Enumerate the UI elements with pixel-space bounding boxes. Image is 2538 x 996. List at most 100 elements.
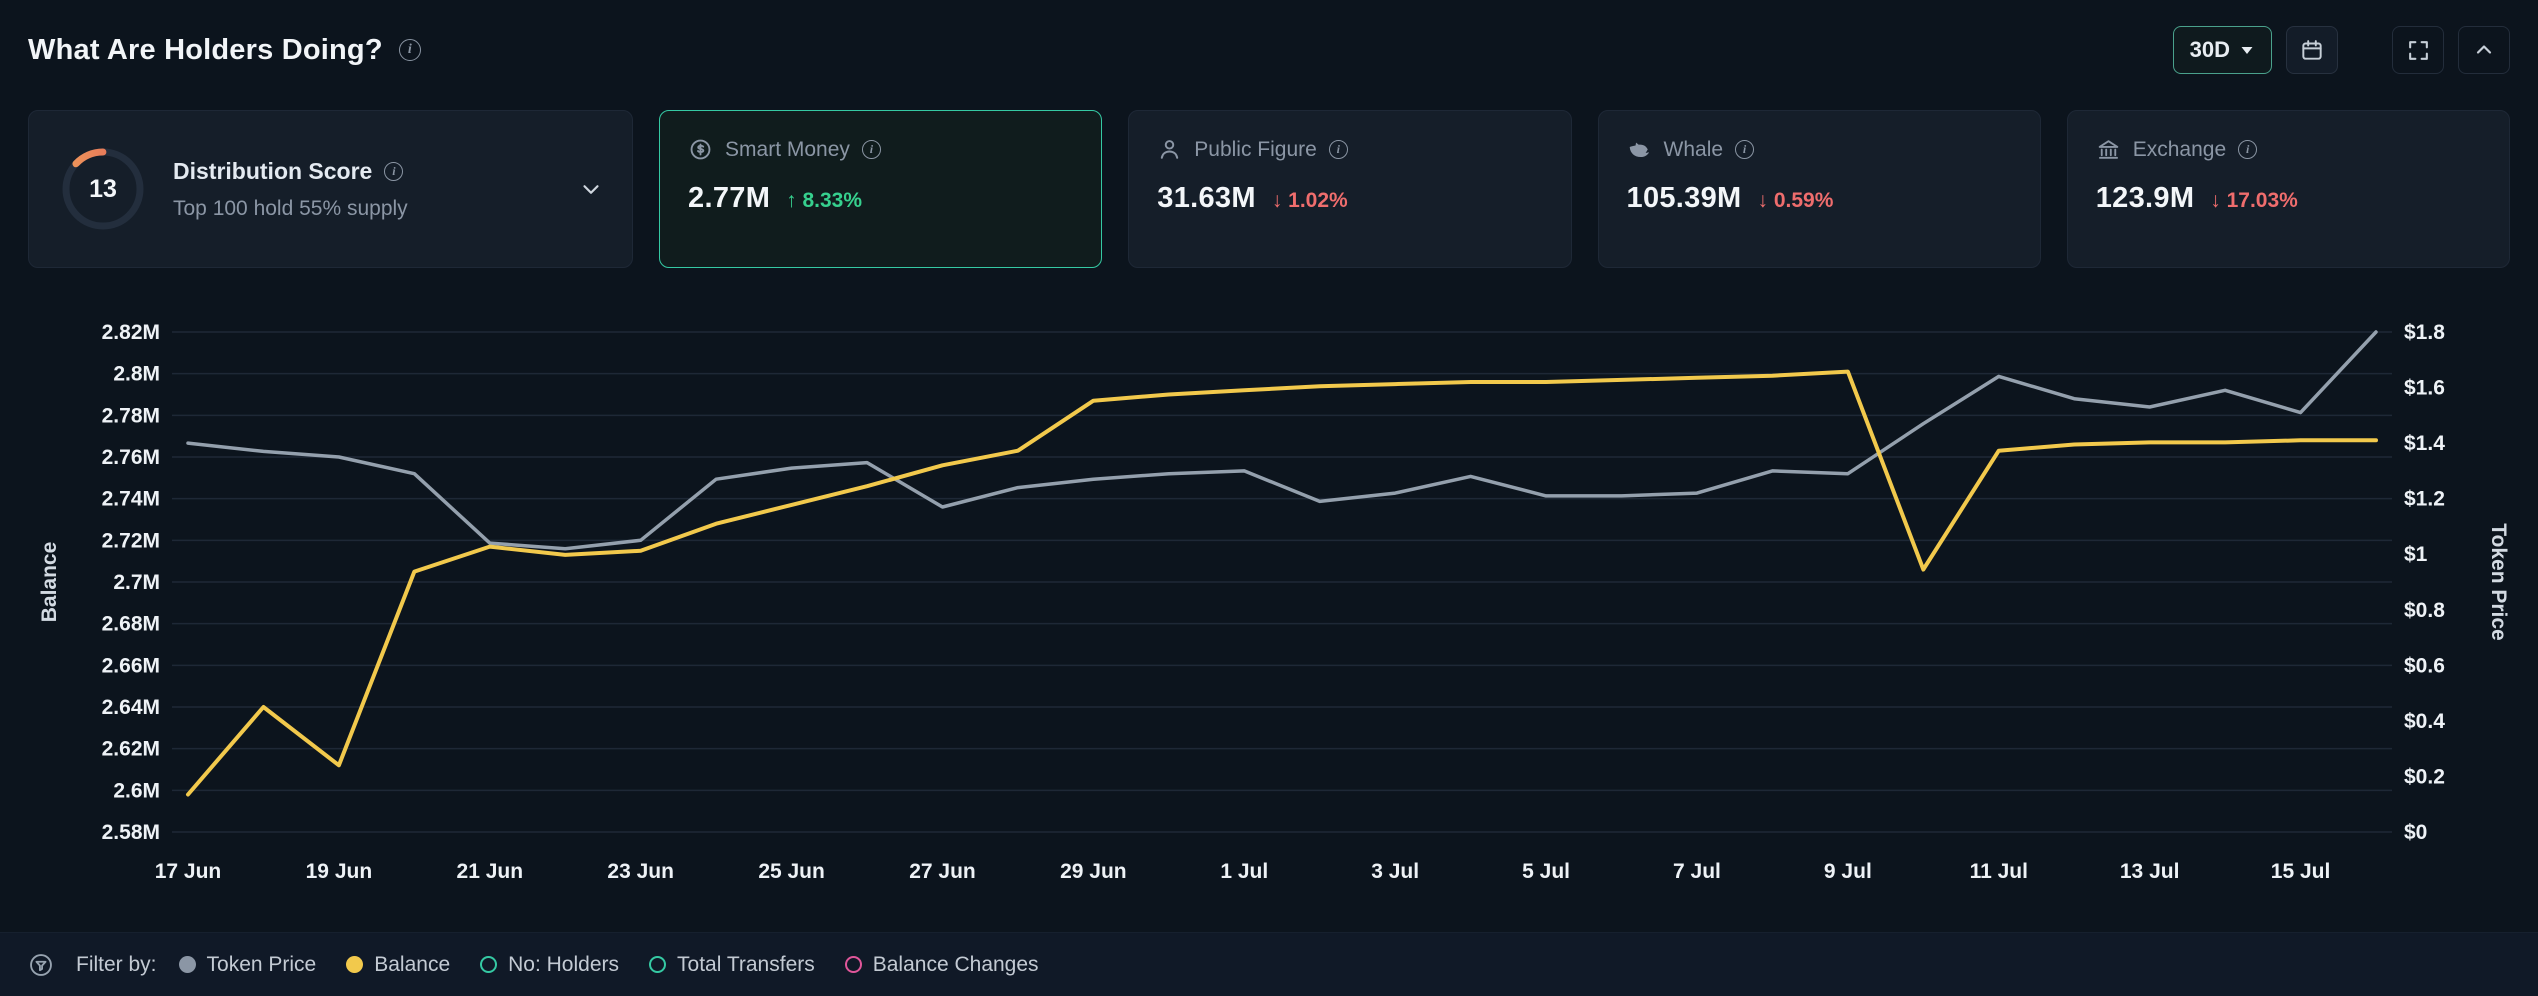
left-axis-tick: 2.6M: [113, 779, 160, 802]
fullscreen-button[interactable]: [2392, 26, 2444, 74]
x-axis-tick: 29 Jun: [1060, 860, 1127, 883]
whale-value: 105.39M: [1627, 182, 1742, 215]
x-axis-tick: 3 Jul: [1371, 860, 1419, 883]
x-axis-tick: 17 Jun: [155, 860, 222, 883]
x-axis-tick: 7 Jul: [1673, 860, 1721, 883]
coin-icon: [688, 137, 713, 162]
chevron-up-icon: [2472, 38, 2496, 62]
x-axis-tick: 13 Jul: [2120, 860, 2180, 883]
chevron-down-icon[interactable]: [578, 176, 604, 202]
filter-icon: [28, 952, 54, 978]
left-axis-tick: 2.76M: [102, 446, 160, 469]
panel-header: What Are Holders Doing? 30D: [0, 0, 2538, 84]
x-axis-tick: 25 Jun: [758, 860, 825, 883]
distribution-score-card[interactable]: 13 Distribution Score Top 100 hold 55% s…: [28, 110, 633, 268]
legend-item-no-holders[interactable]: No: Holders: [480, 953, 619, 977]
legend-item-token-price[interactable]: Token Price: [179, 953, 317, 977]
metric-cards-row: 13 Distribution Score Top 100 hold 55% s…: [0, 84, 2538, 268]
smart-money-info-icon[interactable]: [862, 140, 881, 159]
caret-down-icon: [2239, 44, 2255, 56]
distribution-info-icon[interactable]: [384, 162, 403, 181]
distribution-score-label: Distribution Score: [173, 158, 372, 185]
legend-label: No: Holders: [508, 953, 619, 977]
x-axis-tick: 19 Jun: [306, 860, 373, 883]
calendar-button[interactable]: [2286, 26, 2338, 74]
timeframe-select[interactable]: 30D: [2173, 26, 2272, 74]
x-axis-tick: 1 Jul: [1220, 860, 1268, 883]
filter-bar: Filter by: Token Price Balance No: Holders…: [0, 932, 2538, 996]
public-figure-change: ↓ 1.02%: [1272, 189, 1348, 213]
right-axis-tick: $0.4: [2404, 710, 2445, 733]
page-title: What Are Holders Doing?: [28, 34, 383, 67]
smart-money-change: ↑ 8.33%: [786, 189, 862, 213]
x-axis-tick: 15 Jul: [2271, 860, 2331, 883]
left-axis-title: Balance: [38, 542, 61, 623]
public-figure-label: Public Figure: [1194, 138, 1317, 162]
whale-label: Whale: [1664, 138, 1724, 162]
whale-card[interactable]: Whale 105.39M ↓ 0.59%: [1598, 110, 2041, 268]
left-axis-tick: 2.58M: [102, 821, 160, 844]
right-axis-tick: $0.2: [2404, 765, 2445, 788]
right-axis-tick: $0: [2404, 821, 2427, 844]
legend-label: Total Transfers: [677, 953, 815, 977]
left-axis-tick: 2.8M: [113, 363, 160, 386]
filter-label: Filter by:: [76, 953, 157, 977]
fullscreen-icon: [2406, 38, 2431, 63]
chart-canvas[interactable]: 2.82M 2.8M 2.78M 2.76M 2.74M 2.72M 2.7M 2.68M 2.…: [0, 298, 2538, 898]
token-price-line[interactable]: [188, 332, 2376, 549]
public-figure-value: 31.63M: [1157, 182, 1256, 215]
legend-dot: [346, 956, 363, 973]
distribution-score-gauge: 13: [57, 143, 149, 235]
left-axis-tick: 2.68M: [102, 613, 160, 636]
left-axis-tick: 2.74M: [102, 488, 160, 511]
whale-info-icon[interactable]: [1735, 140, 1754, 159]
right-axis-title: Token Price: [2487, 523, 2510, 641]
right-axis-tick: $1.2: [2404, 488, 2445, 511]
x-axis-tick: 9 Jul: [1824, 860, 1872, 883]
right-axis-tick: $0.8: [2404, 599, 2445, 622]
person-icon: [1157, 137, 1182, 162]
calendar-icon: [2299, 37, 2325, 63]
legend-item-balance-changes[interactable]: Balance Changes: [845, 953, 1039, 977]
exchange-card[interactable]: Exchange 123.9M ↓ 17.03%: [2067, 110, 2510, 268]
left-axis-tick: 2.66M: [102, 654, 160, 677]
public-figure-info-icon[interactable]: [1329, 140, 1348, 159]
smart-money-card[interactable]: Smart Money 2.77M ↑ 8.33%: [659, 110, 1102, 268]
x-axis-tick: 23 Jun: [607, 860, 674, 883]
right-axis-tick: $1.8: [2404, 321, 2445, 344]
x-axis-tick: 11 Jul: [1970, 860, 2028, 883]
exchange-value: 123.9M: [2096, 182, 2195, 215]
legend-dot: [649, 956, 666, 973]
right-axis-tick: $1.6: [2404, 377, 2445, 400]
collapse-button[interactable]: [2458, 26, 2510, 74]
public-figure-card[interactable]: Public Figure 31.63M ↓ 1.02%: [1128, 110, 1571, 268]
whale-change: ↓ 0.59%: [1757, 189, 1833, 213]
title-info-icon[interactable]: [399, 39, 421, 61]
exchange-label: Exchange: [2133, 138, 2226, 162]
smart-money-value: 2.77M: [688, 182, 770, 215]
legend-dot: [480, 956, 497, 973]
legend-dot: [179, 956, 196, 973]
right-axis-tick: $1.4: [2404, 432, 2445, 455]
holders-chart[interactable]: 2.82M 2.8M 2.78M 2.76M 2.74M 2.72M 2.7M 2.68M 2.…: [0, 298, 2538, 898]
legend-label: Balance: [374, 953, 450, 977]
x-axis-tick: 27 Jun: [909, 860, 976, 883]
smart-money-label: Smart Money: [725, 138, 850, 162]
left-axis-tick: 2.7M: [113, 571, 160, 594]
distribution-subtitle: Top 100 hold 55% supply: [173, 197, 408, 221]
x-axis-tick: 5 Jul: [1522, 860, 1570, 883]
right-axis-tick: $1: [2404, 543, 2428, 566]
timeframe-value: 30D: [2190, 37, 2230, 63]
x-axis-tick: 21 Jun: [457, 860, 524, 883]
legend-dot: [845, 956, 862, 973]
left-axis-tick: 2.72M: [102, 529, 160, 552]
balance-line[interactable]: [188, 372, 2376, 795]
legend-item-total-transfers[interactable]: Total Transfers: [649, 953, 815, 977]
exchange-info-icon[interactable]: [2238, 140, 2257, 159]
left-axis-tick: 2.78M: [102, 404, 160, 427]
holders-panel: What Are Holders Doing? 30D: [0, 0, 2538, 996]
legend-label: Token Price: [207, 953, 317, 977]
whale-icon: [1627, 137, 1652, 162]
left-axis-tick: 2.82M: [102, 321, 160, 344]
legend-item-balance[interactable]: Balance: [346, 953, 450, 977]
